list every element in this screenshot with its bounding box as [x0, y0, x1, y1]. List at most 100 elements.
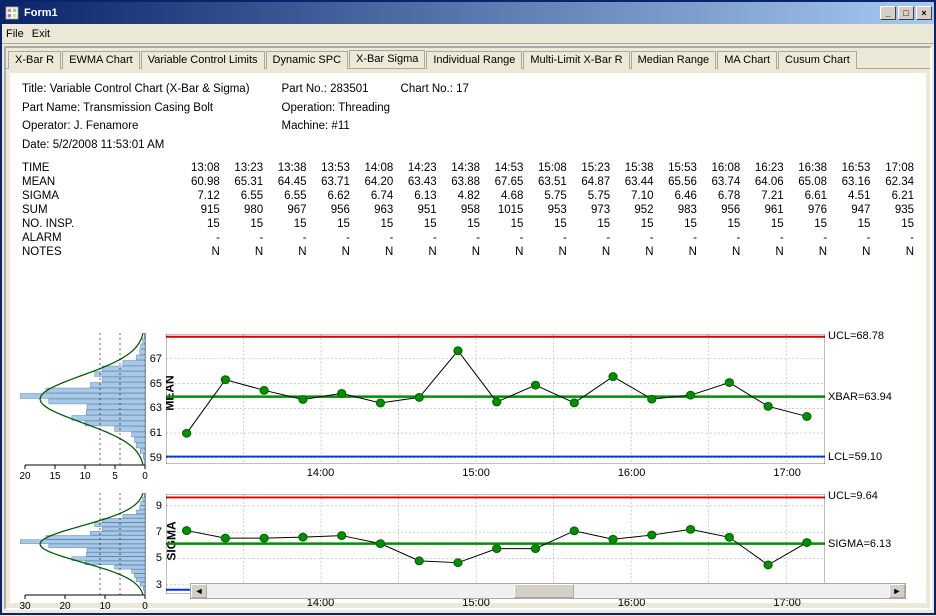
tab-x-bar-r[interactable]: X-Bar R — [8, 51, 61, 69]
operator-label: Operator: — [22, 120, 71, 132]
data-cell: 63.16 — [829, 176, 870, 188]
data-cell: N — [222, 246, 263, 258]
data-cell: 6.55 — [222, 190, 263, 202]
data-cell: 15 — [829, 218, 870, 230]
data-cell: 947 — [829, 204, 870, 216]
menu-exit[interactable]: Exit — [32, 28, 50, 40]
x-tick-label: 14:00 — [307, 467, 335, 479]
tab-median-range[interactable]: Median Range — [631, 51, 717, 69]
data-cell: 13:08 — [178, 162, 219, 174]
data-cell: 15:53 — [656, 162, 697, 174]
data-cell: 6.21 — [872, 190, 914, 202]
scroll-right-button[interactable]: ► — [889, 584, 905, 598]
date-label: Date: — [22, 139, 50, 151]
data-cell: N — [786, 246, 827, 258]
mean-histogram: 20151050 — [20, 333, 150, 483]
data-cell: 15 — [699, 218, 740, 230]
partno-label: Part No.: — [282, 83, 327, 95]
sigma-histogram: 3020100 — [20, 493, 150, 613]
data-cell: 15 — [612, 218, 653, 230]
data-cell: 956 — [309, 204, 350, 216]
machine-label: Machine: — [282, 120, 329, 132]
tab-individual-range[interactable]: Individual Range — [426, 51, 522, 69]
operation-value: Threading — [338, 102, 390, 114]
tabbar: X-Bar REWMA ChartVariable Control Limits… — [6, 48, 930, 69]
lcl-label: LCL=59.10 — [828, 451, 882, 463]
data-cell: 15 — [786, 218, 827, 230]
data-cell: 980 — [222, 204, 263, 216]
data-cell: 956 — [699, 204, 740, 216]
data-cell: N — [612, 246, 653, 258]
close-button[interactable]: × — [916, 6, 932, 20]
data-cell: - — [525, 232, 566, 244]
data-cell: 983 — [656, 204, 697, 216]
data-cell: - — [742, 232, 783, 244]
window-title: Form1 — [24, 7, 880, 19]
data-row: NO. INSP.1515151515151515151515151515151… — [22, 218, 914, 230]
svg-text:30: 30 — [20, 601, 31, 612]
svg-text:0: 0 — [142, 471, 148, 482]
data-cell: 6.78 — [699, 190, 740, 202]
data-cell: 963 — [352, 204, 393, 216]
data-cell: 16:23 — [742, 162, 783, 174]
data-cell: 15 — [222, 218, 263, 230]
data-cell: 15 — [656, 218, 697, 230]
scroll-left-button[interactable]: ◄ — [191, 584, 207, 598]
row-label: NO. INSP. — [22, 218, 176, 230]
tab-x-bar-sigma[interactable]: X-Bar Sigma — [349, 50, 425, 68]
tab-multi-limit-x-bar-r[interactable]: Multi-Limit X-Bar R — [523, 51, 629, 69]
maximize-button[interactable]: □ — [898, 6, 914, 20]
data-cell: 952 — [612, 204, 653, 216]
tab-dynamic-spc[interactable]: Dynamic SPC — [266, 51, 348, 69]
ucl-label: UCL=9.64 — [828, 490, 878, 502]
data-cell: 14:53 — [482, 162, 523, 174]
tab-ma-chart[interactable]: MA Chart — [717, 51, 777, 69]
svg-text:5: 5 — [112, 471, 118, 482]
data-cell: - — [829, 232, 870, 244]
data-cell: 64.87 — [569, 176, 610, 188]
data-cell: 961 — [742, 204, 783, 216]
row-label: NOTES — [22, 246, 176, 258]
row-label: SIGMA — [22, 190, 176, 202]
data-cell: - — [439, 232, 480, 244]
data-cell: - — [222, 232, 263, 244]
scroll-thumb[interactable] — [514, 584, 574, 598]
data-cell: 13:23 — [222, 162, 263, 174]
data-cell: - — [395, 232, 436, 244]
data-cell: 4.68 — [482, 190, 523, 202]
data-cell: 13:53 — [309, 162, 350, 174]
data-cell: 16:38 — [786, 162, 827, 174]
tab-variable-control-limits[interactable]: Variable Control Limits — [141, 51, 265, 69]
data-cell: 63.88 — [439, 176, 480, 188]
row-label: SUM — [22, 204, 176, 216]
tab-cusum-chart[interactable]: Cusum Chart — [778, 51, 857, 69]
data-cell: 64.45 — [265, 176, 306, 188]
chartno-value: 17 — [456, 83, 469, 95]
y-tick-label: 65 — [150, 378, 162, 390]
menubar: File Exit — [2, 24, 934, 44]
h-scrollbar[interactable]: ◄ ► — [190, 583, 906, 599]
y-tick-label: 61 — [150, 427, 162, 439]
data-row: ALARM----------------- — [22, 232, 914, 244]
data-cell: 951 — [395, 204, 436, 216]
data-cell: 64.20 — [352, 176, 393, 188]
minimize-button[interactable]: _ — [880, 6, 896, 20]
svg-text:0: 0 — [142, 601, 148, 612]
tab-ewma-chart[interactable]: EWMA Chart — [62, 51, 140, 69]
data-cell: - — [482, 232, 523, 244]
data-grid: TIME13:0813:2313:3813:5314:0814:2314:381… — [20, 160, 916, 260]
data-cell: 63.71 — [309, 176, 350, 188]
data-cell: 60.98 — [178, 176, 219, 188]
data-cell: - — [612, 232, 653, 244]
svg-text:10: 10 — [99, 601, 111, 612]
svg-text:15: 15 — [49, 471, 61, 482]
data-cell: 6.74 — [352, 190, 393, 202]
menu-file[interactable]: File — [6, 28, 24, 40]
data-cell: 15 — [482, 218, 523, 230]
data-cell: 973 — [569, 204, 610, 216]
titlebar[interactable]: Form1 _ □ × — [2, 2, 934, 24]
ucl-label: UCL=68.78 — [828, 330, 884, 342]
data-cell: 15 — [395, 218, 436, 230]
scroll-track[interactable] — [207, 584, 889, 598]
data-cell: 958 — [439, 204, 480, 216]
